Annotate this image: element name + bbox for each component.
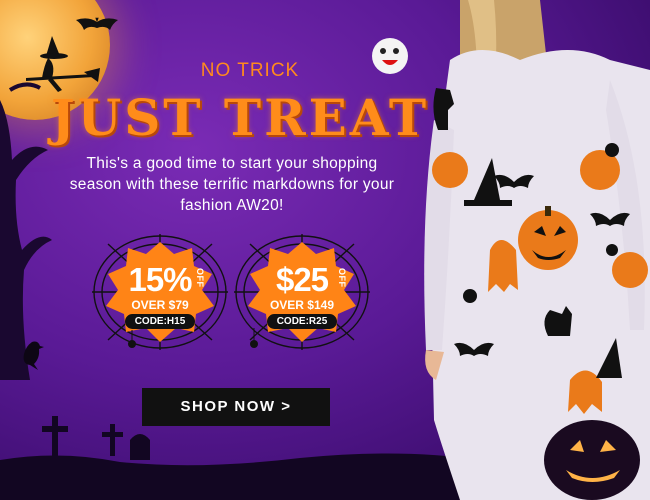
coupon-off-label: OFF (195, 268, 205, 288)
coupon-15-off[interactable]: 15% OFF OVER $79 CODE:H15 (90, 232, 230, 352)
coupon-badge: $25 OFF OVER $149 CODE:R25 (251, 249, 353, 335)
coupon-off-label: OFF (337, 268, 347, 288)
promo-description: This's a good time to start your shoppin… (69, 155, 395, 214)
jack-o-lantern-icon (544, 420, 640, 500)
shop-now-button[interactable]: SHOP NOW > (142, 388, 330, 426)
model-photo (424, 0, 650, 500)
coupon-code: CODE:H15 (125, 314, 195, 329)
coupon-condition: OVER $149 (269, 298, 335, 312)
bat-icon (76, 17, 118, 30)
coupon-code: CODE:R25 (267, 314, 337, 329)
ghost-icon (372, 38, 408, 74)
coupon-badge: 15% OFF OVER $79 CODE:H15 (109, 249, 211, 335)
tombstone-icon (42, 416, 150, 460)
headline: JUST TREAT (50, 88, 430, 147)
tagline: NO TRICK (200, 60, 300, 81)
halloween-promo-banner[interactable]: NO TRICK JUST TREAT This's a good time t… (0, 0, 650, 500)
coupon-condition: OVER $79 (131, 298, 189, 312)
coupon-25-off[interactable]: $25 OFF OVER $149 CODE:R25 (232, 232, 372, 352)
crow-icon (23, 341, 44, 370)
